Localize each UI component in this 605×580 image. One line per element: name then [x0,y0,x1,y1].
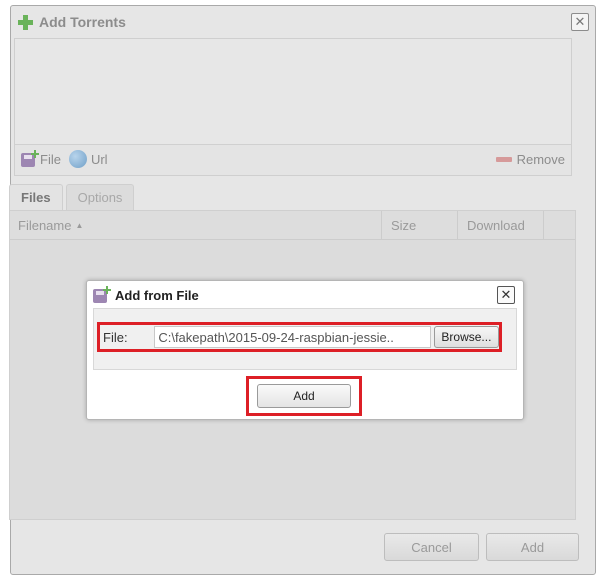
tab-options[interactable]: Options [65,184,135,210]
file-label: File: [103,329,128,345]
column-header-download[interactable]: Download [457,211,543,239]
remove-label: Remove [516,151,565,167]
add-file-submit-button[interactable]: Add [257,384,351,408]
column-header-size[interactable]: Size [381,211,457,239]
disk-add-icon [93,286,111,303]
column-header-filename[interactable]: Filename ▲ [10,211,381,239]
add-url-label: Url [90,151,108,167]
globe-icon [68,150,87,168]
files-table-header: Filename ▲ Size Download [10,211,575,240]
add-file-label: File [40,151,61,167]
dialog-title-bar: Add Torrents [17,12,126,32]
add-button-highlight: Add [246,376,362,416]
sort-asc-icon: ▲ [75,220,84,230]
file-selection-row: File: C:\fakepath\2015-09-24-raspbian-je… [97,322,502,352]
add-torrents-button[interactable]: Add [486,533,579,561]
tab-bar: Files Options [9,184,137,210]
add-url-button[interactable]: Url [68,150,108,168]
add-file-button[interactable]: File [21,150,61,167]
tab-files[interactable]: Files [9,184,63,210]
screenshot-page: Add Torrents ✕ File Url Remove Files Opt… [0,0,605,580]
disk-add-icon [21,150,39,167]
close-icon[interactable]: ✕ [571,13,589,31]
dialog-title: Add Torrents [39,14,126,30]
torrent-list-panel: File Url Remove [14,38,572,176]
remove-button[interactable]: Remove [495,151,565,167]
minus-icon [495,156,512,162]
inner-dialog-title-bar: Add from File [93,284,199,306]
cancel-button[interactable]: Cancel [384,533,479,561]
close-icon[interactable]: ✕ [497,286,515,304]
torrent-list[interactable] [15,39,571,145]
file-path-input[interactable]: C:\fakepath\2015-09-24-raspbian-jessie.. [154,326,431,348]
plus-icon [17,14,33,30]
browse-button[interactable]: Browse... [433,326,499,348]
inner-dialog-title: Add from File [115,287,199,303]
column-header-spacer [543,211,575,239]
torrent-toolbar: File Url Remove [21,149,565,169]
